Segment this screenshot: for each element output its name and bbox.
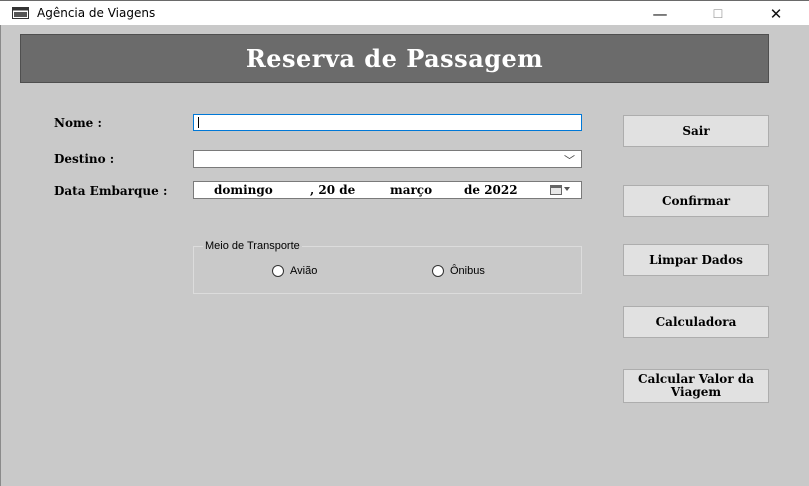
calculator-button[interactable]: Calculadora (623, 306, 769, 338)
date-month[interactable]: março (390, 183, 432, 197)
calendar-icon[interactable] (550, 185, 562, 195)
minimize-button[interactable]: — (637, 1, 683, 26)
date-weekday[interactable]: domingo (214, 183, 273, 197)
transport-groupbox (193, 246, 582, 294)
app-window-icon (12, 7, 29, 19)
radio-circle[interactable] (272, 265, 284, 277)
radio-aviao[interactable]: Avião (272, 265, 317, 277)
name-label: Nome : (54, 116, 102, 130)
departure-date-picker[interactable]: domingo , 20 de março de 2022 (193, 181, 582, 199)
exit-button[interactable]: Sair (623, 115, 769, 147)
date-year[interactable]: de 2022 (464, 183, 518, 197)
destination-label: Destino : (54, 152, 115, 166)
clear-data-button[interactable]: Limpar Dados (623, 244, 769, 276)
radio-onibus-label: Ônibus (450, 265, 485, 277)
date-label: Data Embarque : (54, 184, 168, 198)
title-bar: Agência de Viagens — ☐ ✕ (0, 0, 809, 25)
radio-circle[interactable] (432, 265, 444, 277)
maximize-button[interactable]: ☐ (695, 1, 741, 26)
header-banner: Reserva de Passagem (20, 34, 769, 83)
window-left-border (0, 25, 1, 486)
destination-combobox[interactable]: ﹀ (193, 150, 582, 168)
chevron-down-icon[interactable]: ﹀ (564, 152, 575, 168)
radio-aviao-label: Avião (290, 265, 318, 277)
text-caret (198, 117, 199, 128)
dropdown-arrow-icon[interactable] (564, 187, 570, 191)
page-title: Reserva de Passagem (245, 44, 544, 73)
radio-onibus[interactable]: Ônibus (432, 265, 485, 277)
calculate-trip-value-button[interactable]: Calcular Valor da Viagem (623, 369, 769, 403)
date-day[interactable]: , 20 de (310, 183, 355, 197)
confirm-button[interactable]: Confirmar (623, 185, 769, 217)
close-button[interactable]: ✕ (753, 1, 799, 26)
transport-group-legend: Meio de Transporte (203, 240, 302, 252)
window-title: Agência de Viagens (37, 6, 156, 20)
name-input[interactable] (193, 114, 582, 131)
